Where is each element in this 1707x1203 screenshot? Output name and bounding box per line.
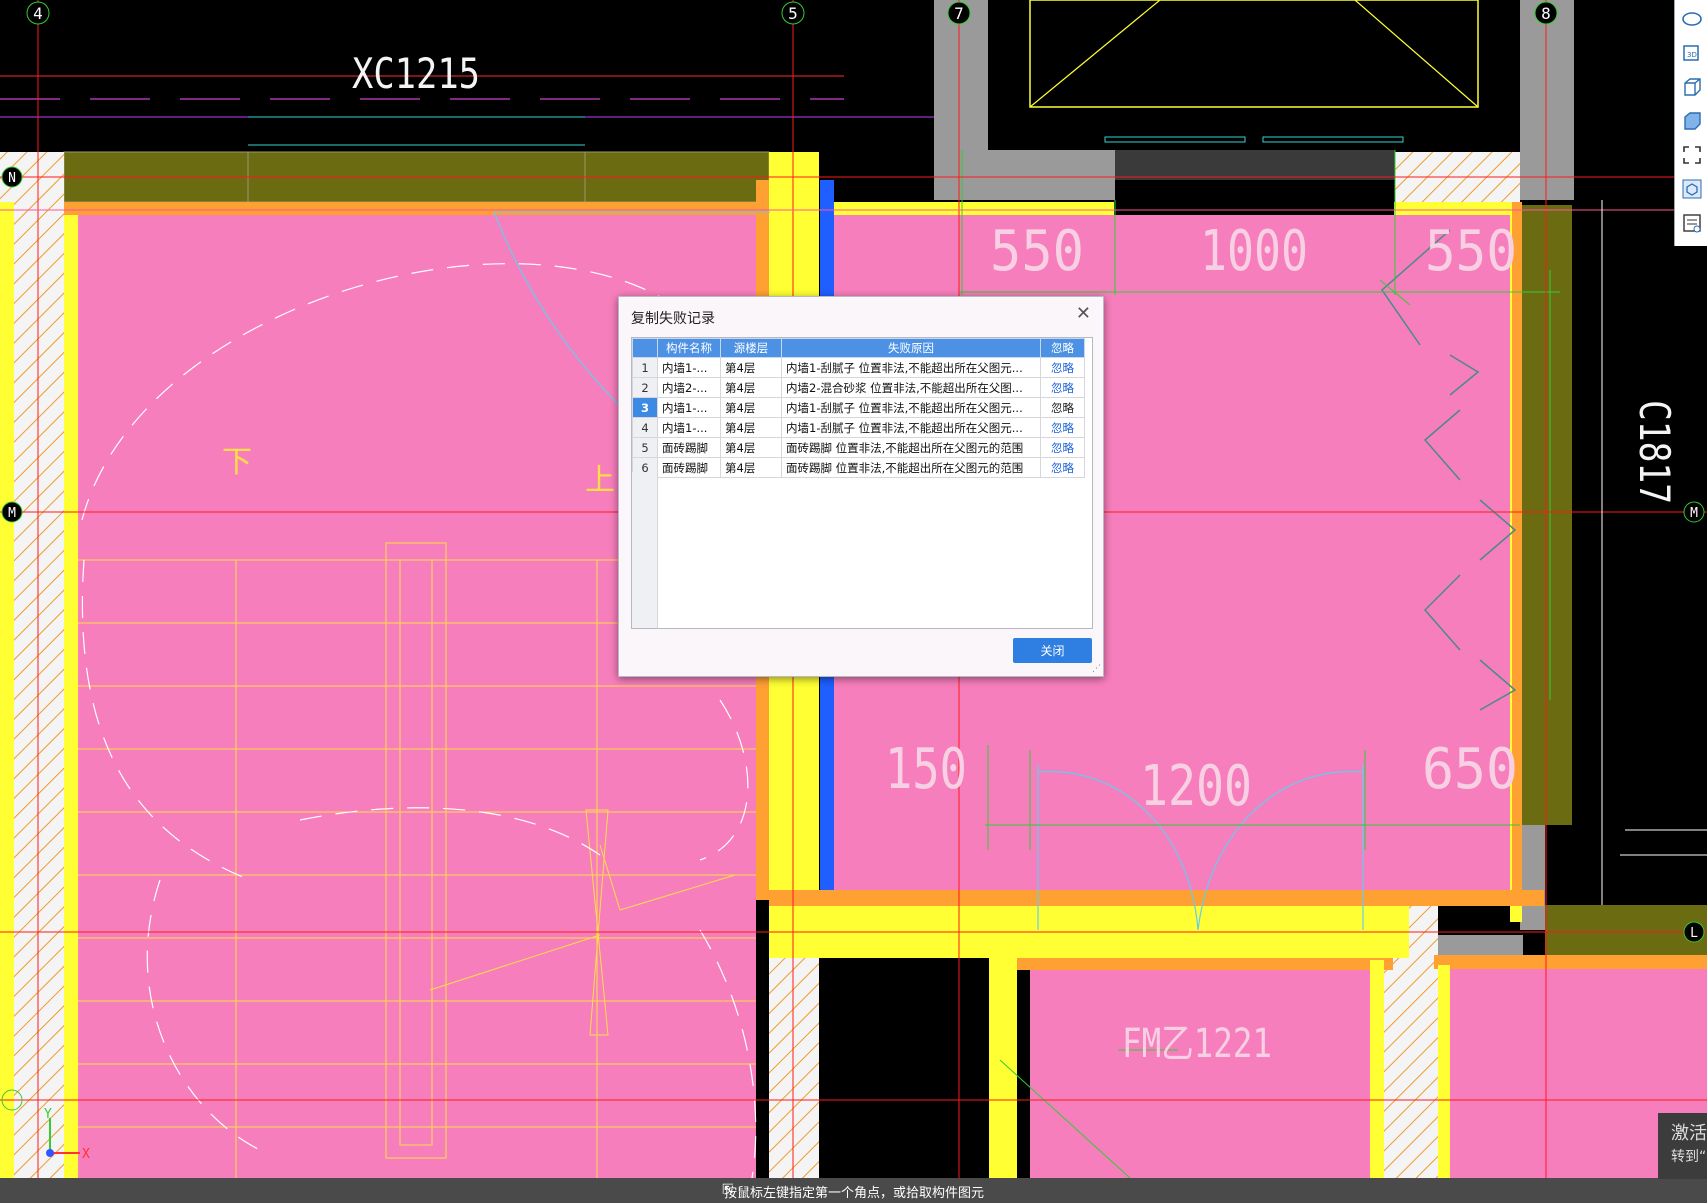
zoom-extents-icon xyxy=(1682,146,1701,164)
box-view-button[interactable] xyxy=(1678,72,1705,102)
solid-view-button[interactable] xyxy=(1678,106,1705,136)
row-number: 4 xyxy=(632,417,658,438)
axis-label-4: 4 xyxy=(33,4,43,23)
cursor-pick-icon: ⇱ xyxy=(722,1182,734,1198)
stair-up-label: 上 xyxy=(585,463,615,498)
door-label-fm: FM乙1221 xyxy=(1122,1021,1272,1067)
3d-view-button[interactable]: 3D xyxy=(1678,38,1705,68)
header-source-floor[interactable]: 源楼层 xyxy=(720,338,782,358)
dim-550-right: 550 xyxy=(1425,219,1517,284)
axis-label-7: 7 xyxy=(954,4,964,23)
cell-failure-reason: 内墙2-混合砂浆 位置非法,不能超出所在父图... xyxy=(781,377,1041,398)
axis-label-8: 8 xyxy=(1541,4,1551,23)
close-button[interactable]: 关闭 xyxy=(1013,638,1092,663)
ucs-x-label: X xyxy=(82,1147,90,1162)
header-ignore[interactable]: 忽略 xyxy=(1040,338,1085,358)
row-number: 2 xyxy=(632,377,658,398)
ignore-link[interactable]: 忽略 xyxy=(1040,397,1085,418)
cell-failure-reason: 面砖踢脚 位置非法,不能超出所在父图元的范围 xyxy=(781,457,1041,478)
dim-1200: 1200 xyxy=(1140,754,1252,819)
header-failure-reason[interactable]: 失败原因 xyxy=(781,338,1041,358)
cell-source-floor: 第4层 xyxy=(720,377,782,398)
cell-source-floor: 第4层 xyxy=(720,397,782,418)
cell-component-name: 内墙1-... xyxy=(657,397,721,418)
ignore-link[interactable]: 忽略 xyxy=(1040,437,1085,458)
resize-grip-icon[interactable]: ⋰ xyxy=(1092,665,1101,674)
ignore-link[interactable]: 忽略 xyxy=(1040,357,1085,378)
status-prompt-text: 按鼠标左键指定第一个角点，或拾取构件图元 xyxy=(724,1186,985,1201)
shaft-void xyxy=(819,958,989,1178)
axis-label-5: 5 xyxy=(788,4,798,23)
table-row[interactable]: 2 内墙2-... 第4层 内墙2-混合砂浆 位置非法,不能超出所在父图... … xyxy=(632,377,1085,398)
box-view-icon xyxy=(1683,78,1701,96)
ignore-link[interactable]: 忽略 xyxy=(1040,377,1085,398)
table-row[interactable]: 1 内墙1-... 第4层 内墙1-刮腻子 位置非法,不能超出所在父图元... … xyxy=(632,357,1085,378)
dialog-title: 复制失败记录 xyxy=(631,311,715,327)
cell-component-name: 内墙1-... xyxy=(657,417,721,438)
table-row[interactable]: 4 内墙1-... 第4层 内墙1-刮腻子 位置非法,不能超出所在父图元... … xyxy=(632,417,1085,438)
property-list-icon xyxy=(1682,214,1701,233)
cell-component-name: 内墙2-... xyxy=(657,377,721,398)
solid-view-icon xyxy=(1683,112,1701,130)
copy-failure-dialog: 复制失败记录 ✕ 构件名称 源楼层 失败原因 忽略 1 内墙1-... 第4层 … xyxy=(618,296,1104,677)
close-icon[interactable]: ✕ xyxy=(1076,305,1091,323)
dim-650: 650 xyxy=(1422,737,1518,802)
axis-label-l: L xyxy=(1690,926,1698,941)
table-row[interactable]: 6 面砖踢脚 第4层 面砖踢脚 位置非法,不能超出所在父图元的范围 忽略 xyxy=(632,457,1085,478)
ignore-link[interactable]: 忽略 xyxy=(1040,417,1085,438)
failure-records-grid: 构件名称 源楼层 失败原因 忽略 1 内墙1-... 第4层 内墙1-刮腻子 位… xyxy=(631,337,1093,629)
element-display-button[interactable] xyxy=(1678,174,1705,204)
element-display-icon xyxy=(1682,179,1701,199)
svg-text:3D: 3D xyxy=(1687,51,1697,59)
cell-failure-reason: 内墙1-刮腻子 位置非法,不能超出所在父图元... xyxy=(781,417,1041,438)
cell-source-floor: 第4层 xyxy=(720,437,782,458)
cell-component-name: 面砖踢脚 xyxy=(657,437,721,458)
table-row[interactable]: 5 面砖踢脚 第4层 面砖踢脚 位置非法,不能超出所在父图元的范围 忽略 xyxy=(632,437,1085,458)
view-toolbar: 3D xyxy=(1674,0,1707,246)
failure-table: 构件名称 源楼层 失败原因 忽略 1 内墙1-... 第4层 内墙1-刮腻子 位… xyxy=(632,338,1085,478)
view-orbit-icon xyxy=(1681,12,1702,26)
activation-subtitle: 转到“ xyxy=(1671,1149,1707,1165)
zoom-extents-button[interactable] xyxy=(1678,140,1705,170)
table-row-selected[interactable]: 3 内墙1-... 第4层 内墙1-刮腻子 位置非法,不能超出所在父图元... … xyxy=(632,397,1085,418)
window-label-top: XC1215 xyxy=(352,49,480,98)
cell-failure-reason: 面砖踢脚 位置非法,不能超出所在父图元的范围 xyxy=(781,437,1041,458)
header-component-name[interactable]: 构件名称 xyxy=(657,338,721,358)
cell-source-floor: 第4层 xyxy=(720,417,782,438)
ignore-link[interactable]: 忽略 xyxy=(1040,457,1085,478)
axis-label-m-left: M xyxy=(8,506,16,521)
table-header-row: 构件名称 源楼层 失败原因 忽略 xyxy=(632,338,1085,358)
axis-label-m-right: M xyxy=(1690,506,1698,521)
cell-component-name: 内墙1-... xyxy=(657,357,721,378)
status-bar: 按鼠标左键指定第一个角点，或拾取构件图元 xyxy=(0,1178,1707,1203)
window-label-right: C1817 xyxy=(1630,400,1679,504)
dim-550-left: 550 xyxy=(990,219,1084,284)
cell-source-floor: 第4层 xyxy=(720,357,782,378)
row-header-filler xyxy=(632,472,658,628)
axis-label-n: N xyxy=(8,171,16,186)
ucs-y-label: Y xyxy=(44,1107,52,1122)
row-number: 3 xyxy=(632,397,658,418)
3d-view-icon: 3D xyxy=(1682,45,1699,61)
header-row-number xyxy=(632,338,658,358)
dim-150: 150 xyxy=(885,737,967,802)
row-number: 5 xyxy=(632,437,658,458)
activation-title: 激活 xyxy=(1671,1123,1707,1144)
cell-failure-reason: 内墙1-刮腻子 位置非法,不能超出所在父图元... xyxy=(781,397,1041,418)
cell-failure-reason: 内墙1-刮腻子 位置非法,不能超出所在父图元... xyxy=(781,357,1041,378)
cell-source-floor: 第4层 xyxy=(720,457,782,478)
stair-down-label: 下 xyxy=(222,445,252,480)
row-number: 1 xyxy=(632,357,658,378)
windows-activation-notice[interactable]: 激活 转到“ xyxy=(1658,1113,1707,1179)
cell-component-name: 面砖踢脚 xyxy=(657,457,721,478)
property-list-button[interactable] xyxy=(1678,208,1705,238)
dim-1000: 1000 xyxy=(1200,219,1308,284)
view-orbit-button[interactable] xyxy=(1678,4,1705,34)
